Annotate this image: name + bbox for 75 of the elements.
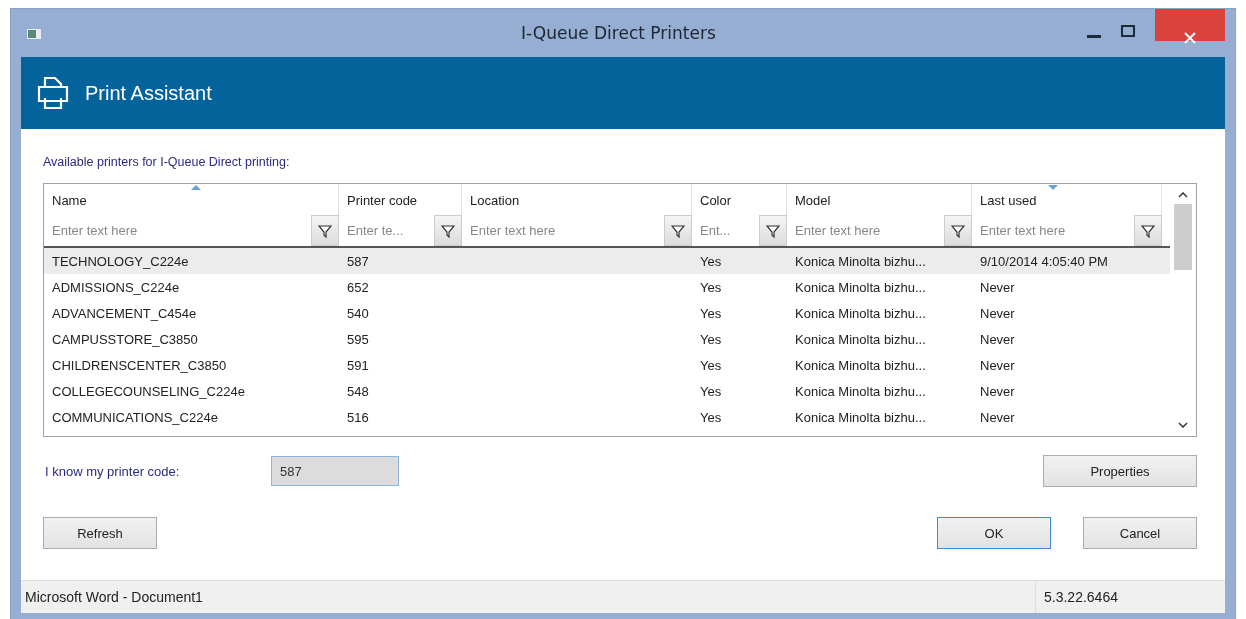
status-text: Microsoft Word - Document1 <box>24 589 204 605</box>
table-cell-text: CHILDRENSCENTER_C3850 <box>51 357 228 373</box>
table-cell-text: ADMISSIONS_C224e <box>51 279 181 295</box>
table-cell-text: Never <box>979 357 1016 373</box>
table-cell-text: Yes <box>699 409 723 425</box>
table-cell-text: 516 <box>346 409 370 425</box>
filter-button[interactable] <box>434 215 462 246</box>
version-text: 5.3.22.6464 <box>1035 581 1225 613</box>
table-row[interactable]: COLLEGECOUNSELING_C224e 548 Yes Konica Minolta bizhu... Never <box>44 378 1170 404</box>
minimize-icon[interactable] <box>1087 35 1101 39</box>
table-cell-text: Never <box>979 305 1016 321</box>
table-cell-text: Konica Minolta bizhu... <box>794 357 927 373</box>
scroll-thumb[interactable] <box>1174 204 1192 270</box>
table-cell-text: TECHNOLOGY_C224e <box>51 253 190 269</box>
table-cell-text: Yes <box>699 383 723 399</box>
table-cell-text: CAMPUSSTORE_C3850 <box>51 331 199 347</box>
table-cell-text: Yes <box>699 331 723 347</box>
properties-button[interactable]: Properties <box>1043 455 1197 487</box>
filter-icon <box>951 223 965 238</box>
table-cell-text: Konica Minolta bizhu... <box>794 331 927 347</box>
table-row[interactable]: CHILDRENSCENTER_C3850 591 Yes Konica Minolta bizhu... Never <box>44 352 1170 378</box>
table-cell-text: COLLEGECOUNSELING_C224e <box>51 383 246 399</box>
filter-button[interactable] <box>759 215 787 246</box>
table-cell-text: Never <box>979 409 1016 425</box>
table-cell-text: Yes <box>699 279 723 295</box>
table-cell-text: ADVANCEMENT_C454e <box>51 305 198 321</box>
table-cell-text: Never <box>979 331 1016 347</box>
table-cell-text: Konica Minolta bizhu... <box>794 253 927 269</box>
table-cell-text: 540 <box>346 305 370 321</box>
scroll-down-icon[interactable] <box>1178 422 1188 428</box>
close-icon <box>1184 32 1196 44</box>
filter-icon <box>1141 223 1155 238</box>
cancel-button[interactable]: Cancel <box>1083 517 1197 549</box>
table-row[interactable]: ADMISSIONS_C224e 652 Yes Konica Minolta bizhu... Never <box>44 274 1170 300</box>
table-row[interactable]: CAMPUSSTORE_C3850 595 Yes Konica Minolta bizhu... Never <box>44 326 1170 352</box>
table-cell-text: 548 <box>346 383 370 399</box>
table-cell-text: Yes <box>699 305 723 321</box>
table-cell-text: 652 <box>346 279 370 295</box>
filter-button[interactable] <box>311 215 339 246</box>
filter-icon <box>318 223 332 238</box>
printer-code-field[interactable]: 587 <box>271 456 399 486</box>
window-title: I-Queue Direct Printers <box>521 23 716 43</box>
filter-button[interactable] <box>664 215 692 246</box>
table-row[interactable]: COMMUNICATIONS_C224e 516 Yes Konica Minolta bizhu... Never <box>44 404 1170 430</box>
filter-button[interactable] <box>1134 215 1162 246</box>
printer-icon <box>35 76 71 110</box>
header-title: Print Assistant <box>85 81 212 105</box>
ok-button[interactable]: OK <box>937 517 1051 549</box>
table-cell-text: Konica Minolta bizhu... <box>794 383 927 399</box>
table-cell-text: COMMUNICATIONS_C224e <box>51 409 219 425</box>
table-cell-text: 587 <box>346 253 370 269</box>
table-cell-text: Konica Minolta bizhu... <box>794 409 927 425</box>
printer-code-label: I know my printer code: <box>45 463 181 479</box>
table-row[interactable]: ADVANCEMENT_C454e 540 Yes Konica Minolta bizhu... Never <box>44 300 1170 326</box>
sort-down-icon <box>1047 185 1058 190</box>
table-cell-text: Konica Minolta bizhu... <box>794 279 927 295</box>
table-cell-text: Yes <box>699 253 723 269</box>
table-row[interactable]: TECHNOLOGY_C224e 587 Yes Konica Minolta bizhu... 9/10/2014 4:05:40 PM <box>44 248 1170 274</box>
filter-icon <box>441 223 455 238</box>
table-cell-text: 9/10/2014 4:05:40 PM <box>979 253 1109 269</box>
maximize-icon[interactable] <box>1121 25 1135 37</box>
table-cell-text: 591 <box>346 357 370 373</box>
refresh-button[interactable]: Refresh <box>43 517 157 549</box>
list-label: Available printers for I-Queue Direct printing: <box>43 155 291 169</box>
table-cell-text: 595 <box>346 331 370 347</box>
table-cell-text: Yes <box>699 357 723 373</box>
table-cell-text: Never <box>979 383 1016 399</box>
table-cell-text: Never <box>979 279 1016 295</box>
sort-up-icon <box>191 185 201 190</box>
filter-icon <box>671 223 685 238</box>
filter-icon <box>766 223 780 238</box>
app-icon <box>27 29 41 39</box>
filter-button[interactable] <box>944 215 972 246</box>
scroll-up-icon[interactable] <box>1178 192 1188 198</box>
table-cell-text: Konica Minolta bizhu... <box>794 305 927 321</box>
